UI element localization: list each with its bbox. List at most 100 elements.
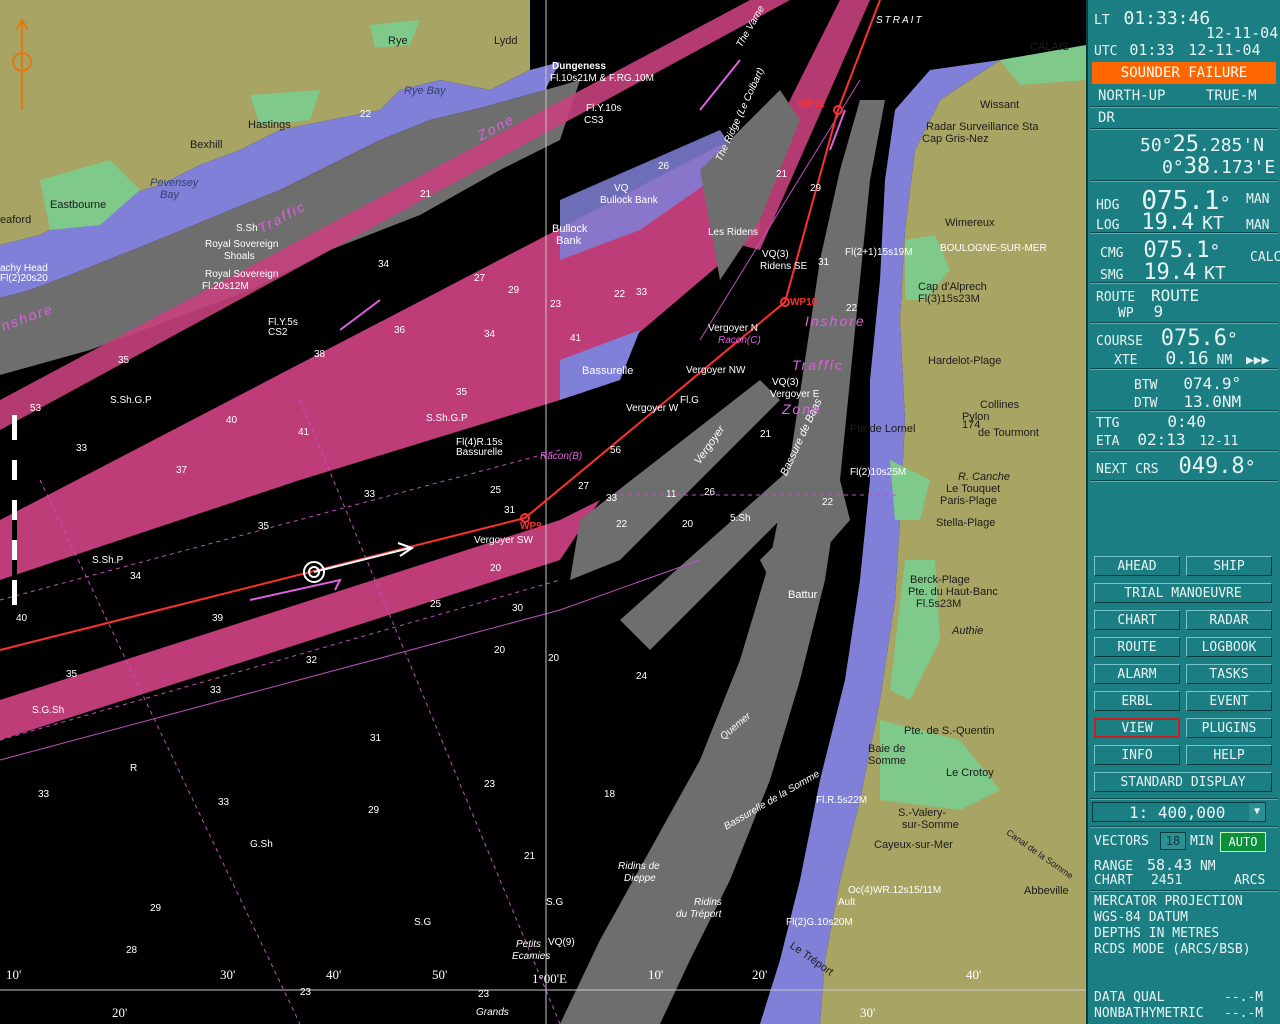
place-label: Ault xyxy=(838,897,856,908)
alarm-button[interactable]: ALARM xyxy=(1094,664,1180,684)
place-label: R. Canche xyxy=(958,471,1010,483)
buoy-label: Fl.G xyxy=(680,395,699,406)
wp-row: WP 9 xyxy=(1118,302,1164,321)
sea-feature-label: Bassurelle xyxy=(582,365,634,377)
racon-label: Racon(B) xyxy=(540,451,583,462)
sea-feature-label: du Tréport xyxy=(676,909,722,920)
chart-button[interactable]: CHART xyxy=(1094,610,1180,630)
sea-feature-label: Petits xyxy=(516,939,542,950)
place-label: Pte. du Haut-Banc xyxy=(908,586,998,598)
light-label: Fl.R.5s22M xyxy=(816,795,868,806)
lon-tick: 40' xyxy=(326,967,342,982)
place-label: Le Touquet xyxy=(946,483,1001,495)
next-course-row: NEXT CRS 049.8° xyxy=(1096,454,1256,479)
sea-feature-label: Battur xyxy=(788,589,818,601)
erbl-button[interactable]: ERBL xyxy=(1094,691,1180,711)
place-label: Bay xyxy=(160,189,179,201)
light-label: Fl.10s21M & F.RG.10M xyxy=(550,73,654,84)
logbook-button[interactable]: LOGBOOK xyxy=(1186,637,1272,657)
sea-feature-label: Ridins xyxy=(694,897,722,908)
buoy-label: Vergoyer NW xyxy=(686,365,746,376)
sea-feature-label: Ecamies xyxy=(512,951,551,962)
place-label: Royal Sovereign xyxy=(205,239,279,250)
place-label: Le Crotoy xyxy=(946,767,994,779)
place-label: Shoals xyxy=(224,251,255,262)
place-label: Rye Bay xyxy=(404,85,446,97)
light-label: Fl.Y.10s xyxy=(586,103,622,114)
sea-feature-label: Dieppe xyxy=(624,873,656,884)
trial-manoeuvre-button[interactable]: TRIAL MANOEUVRE xyxy=(1094,583,1272,603)
buoy-label: VQ(3) xyxy=(762,249,789,260)
lt-label: LT xyxy=(1094,13,1110,28)
place-label: Radar Surveillance Sta xyxy=(926,121,1039,133)
place-label: Royal Sovereign xyxy=(205,269,279,280)
lon-tick: 30' xyxy=(860,1005,876,1020)
buoy-label: Bullock Bank xyxy=(600,195,658,206)
xte-row: XTE 0.16 NM ▶▶▶ xyxy=(1114,348,1270,369)
tss-label: Zone xyxy=(782,401,822,417)
nonbathymetric-row: NONBATHYMETRIC --.-M xyxy=(1094,1006,1264,1021)
place-label: Cayeux-sur-Mer xyxy=(874,839,953,851)
chevron-down-icon[interactable]: ▼ xyxy=(1249,803,1265,821)
place-label: Baie de xyxy=(868,743,906,755)
ship-button[interactable]: SHIP xyxy=(1186,556,1272,576)
waypoint-label: WP9 xyxy=(520,521,542,532)
standard-display-button[interactable]: STANDARD DISPLAY xyxy=(1094,772,1272,792)
place-label: Hastings xyxy=(248,119,291,131)
btw-row: BTW 074.9° xyxy=(1134,374,1242,393)
light-label: Fl.20s12M xyxy=(202,281,249,292)
scale-bar xyxy=(12,415,17,605)
buoy-label: VQ(9) xyxy=(548,937,575,948)
chart-view[interactable]: Rye Lydd Dungeness Fl.10s21M & F.RG.10M … xyxy=(0,0,1086,1024)
info-button[interactable]: INFO xyxy=(1094,745,1180,765)
light-label: Oc(4)WR.12s15/11M xyxy=(848,885,942,896)
motion-mode[interactable]: TRUE-M xyxy=(1206,88,1280,104)
position-mode: DR xyxy=(1098,110,1115,126)
place-label: de Tourmont xyxy=(978,427,1039,439)
sea-feature-label: Ridins de xyxy=(618,861,660,872)
place-label: Lydd xyxy=(494,35,518,47)
lt-date: 12-11-04 xyxy=(1206,24,1279,42)
place-label: Wimereux xyxy=(945,217,995,229)
ahead-button[interactable]: AHEAD xyxy=(1094,556,1180,576)
utc-label: UTC xyxy=(1094,44,1118,59)
buoy-label: VQ(3) xyxy=(772,377,799,388)
place-label: Collines xyxy=(980,399,1020,411)
light-label: Fl(2)10s25M xyxy=(850,467,907,478)
utc-date: 12-11-04 xyxy=(1188,41,1261,59)
light-label: Fl(2+1)15s19M xyxy=(845,247,913,258)
place-label: Wissant xyxy=(980,99,1020,111)
place-label: Paris-Plage xyxy=(940,495,997,507)
chart-row: CHART 2451 ARCS xyxy=(1094,873,1266,888)
lon-tick: 1°00'E xyxy=(532,971,567,986)
help-button[interactable]: HELP xyxy=(1186,745,1272,765)
projection-text: MERCATOR PROJECTION xyxy=(1094,894,1243,909)
vectors-input[interactable]: 18 xyxy=(1160,832,1186,850)
light-label: Fl(2)20s20 xyxy=(0,273,48,284)
scale-select[interactable]: 1: 400,000 ▼ xyxy=(1092,802,1266,822)
buoy-label: Vergoyer SW xyxy=(474,535,533,546)
dtw-row: DTW 13.0NM xyxy=(1134,392,1242,411)
buoy-label: CS2 xyxy=(268,327,288,338)
route-button[interactable]: ROUTE xyxy=(1094,637,1180,657)
sea-feature-label: Bullock xyxy=(552,223,588,235)
place-label: STRAIT xyxy=(876,15,924,26)
buoy-label: Vergoyer N xyxy=(708,323,759,334)
event-button[interactable]: EVENT xyxy=(1186,691,1272,711)
plugins-button[interactable]: PLUGINS xyxy=(1186,718,1272,738)
lt-time: 01:33:46 xyxy=(1123,8,1211,29)
alarm-banner[interactable]: SOUNDER FAILURE xyxy=(1092,62,1276,84)
tasks-button[interactable]: TASKS xyxy=(1186,664,1272,684)
view-button[interactable]: VIEW xyxy=(1094,718,1180,738)
lon-tick: 20' xyxy=(752,967,768,982)
chart-graphics xyxy=(0,0,1086,1024)
longitude: 0°38.173'E xyxy=(1162,154,1276,179)
auto-toggle[interactable]: AUTO xyxy=(1220,832,1266,852)
place-label: S.-Valery- xyxy=(898,807,947,819)
buoy-label: VQ xyxy=(614,183,629,194)
radar-button[interactable]: RADAR xyxy=(1186,610,1272,630)
place-label: Rye xyxy=(388,35,408,47)
datum-text: WGS-84 DATUM xyxy=(1094,910,1188,925)
place-label: Somme xyxy=(868,755,906,767)
place-label: sur-Somme xyxy=(902,819,959,831)
